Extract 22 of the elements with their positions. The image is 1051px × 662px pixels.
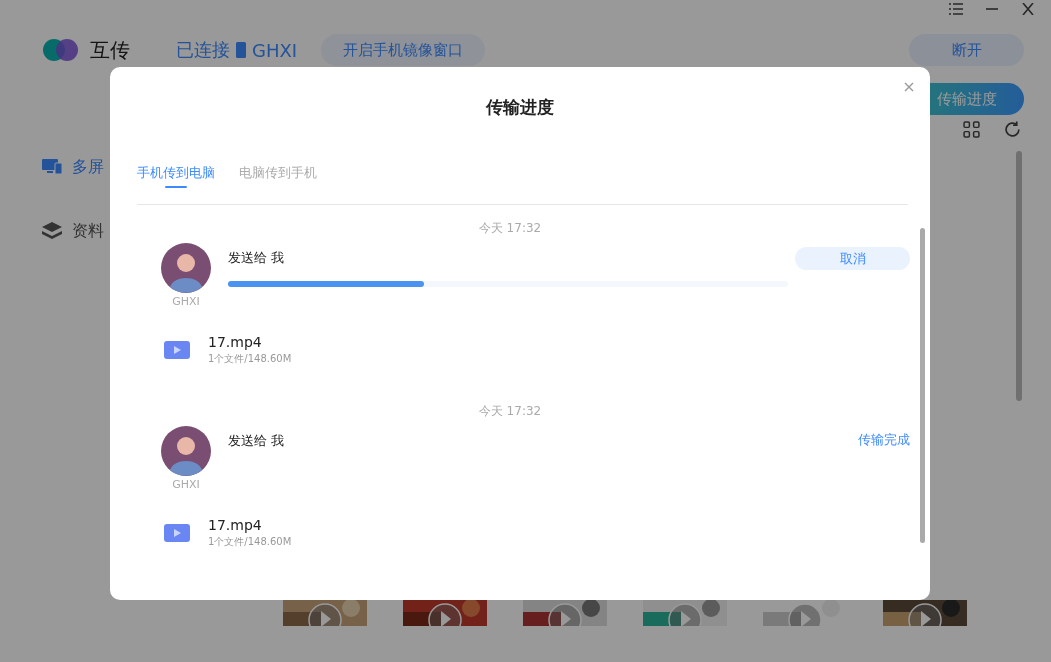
transfer-status: 传输完成: [858, 431, 910, 449]
dialog-title: 传输进度: [485, 96, 555, 119]
app-name: 互传: [90, 36, 130, 64]
transfer-text: 发送给 我: [228, 432, 286, 450]
sidebar-item[interactable]: 多屏: [42, 135, 104, 199]
file-name: 17.mp4: [208, 334, 263, 350]
file-meta: 1个文件/148.60M: [208, 535, 292, 549]
mirror-window-button[interactable]: 开启手机镜像窗口: [321, 34, 486, 66]
tab[interactable]: 电脑传到手机: [239, 160, 317, 186]
cancel-button[interactable]: 取消: [795, 247, 910, 270]
sender-name: GHXI: [172, 295, 200, 308]
file-name: 17.mp4: [208, 517, 263, 533]
timestamp: 今天 17:32: [477, 220, 543, 237]
file-meta: 1个文件/148.60M: [208, 352, 292, 366]
sidebar-item[interactable]: 资料: [42, 199, 104, 263]
disconnect-button[interactable]: 断开: [909, 34, 1024, 66]
sender-name: GHXI: [172, 478, 200, 491]
connection-status: 已连接: [176, 38, 230, 62]
device-name: GHXI: [252, 39, 298, 61]
tab[interactable]: 手机传到电脑: [137, 160, 215, 186]
transfer-text: 发送给 我: [228, 249, 286, 267]
timestamp: 今天 17:32: [477, 403, 543, 420]
